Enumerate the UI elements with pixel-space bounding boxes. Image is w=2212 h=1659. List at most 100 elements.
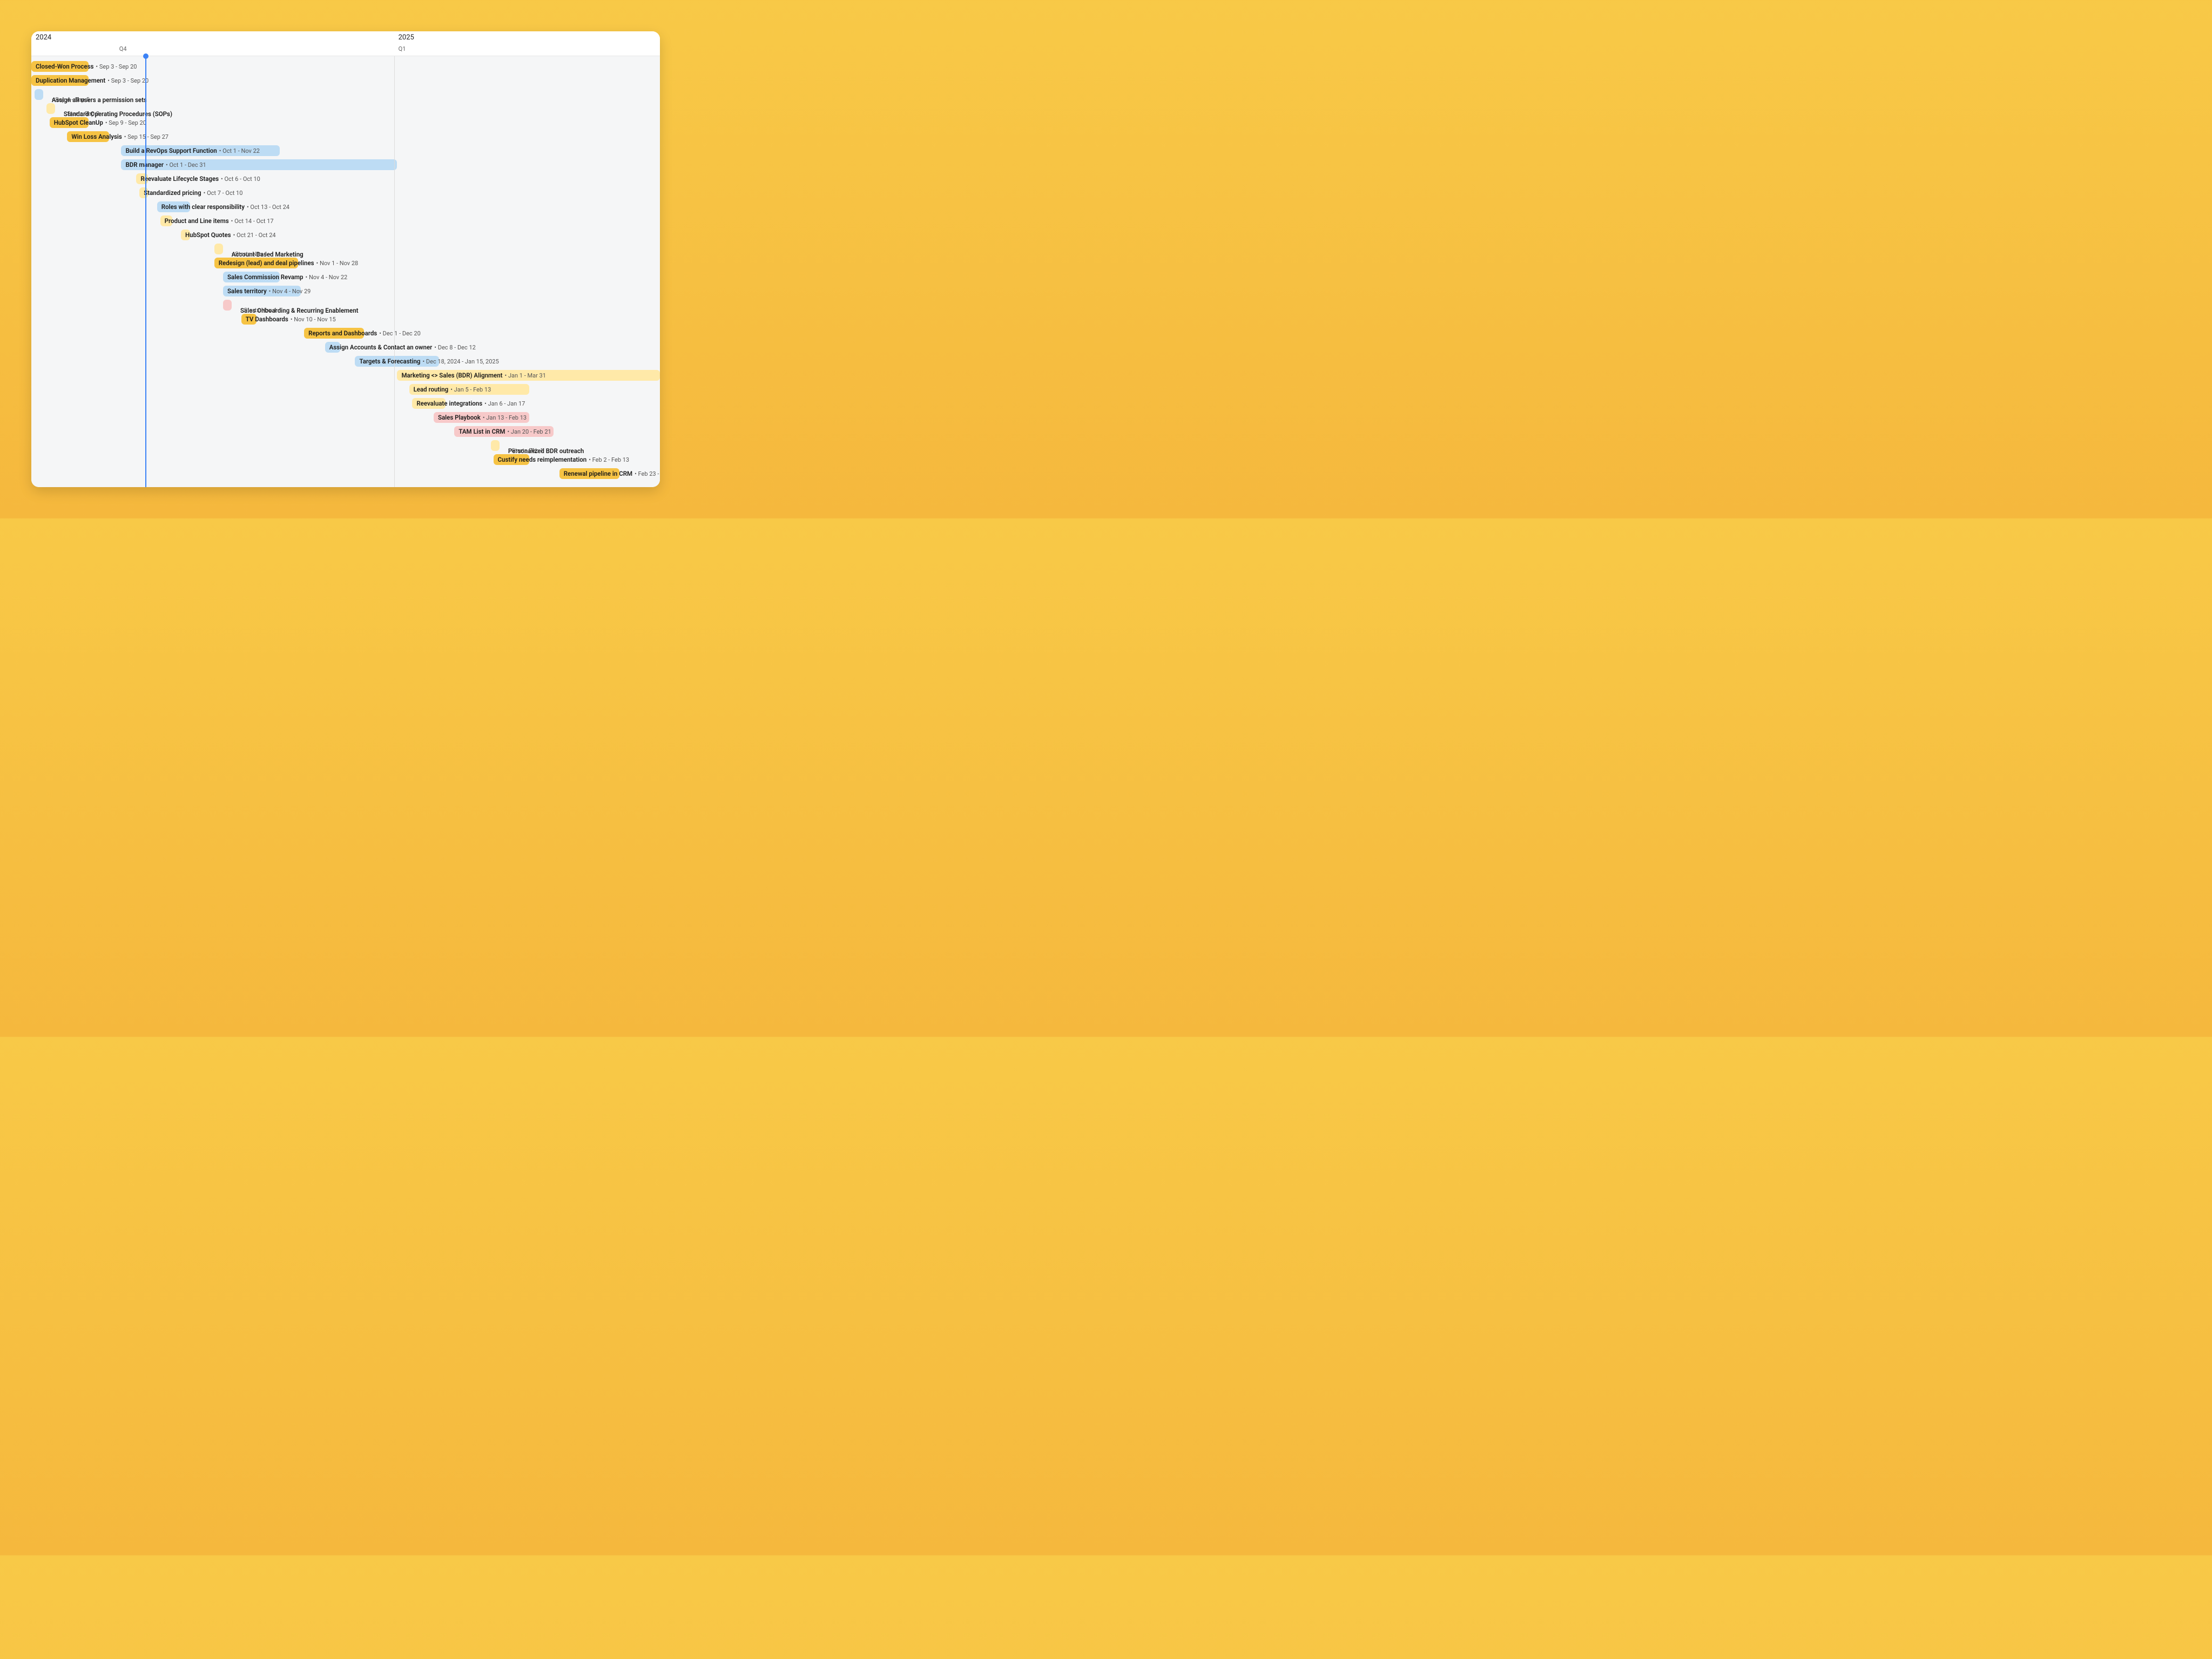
task-dates: • Nov 4 - Nov 29 — [269, 288, 311, 295]
gantt-bar[interactable]: Reports and Dashboards • Dec 1 - Dec 20 — [304, 328, 364, 339]
task-name: Product and Line items — [165, 217, 229, 225]
gridline — [394, 31, 395, 487]
task-name: Targets & Forecasting — [359, 358, 420, 365]
task-dates: • Dec 1 - Dec 20 — [379, 330, 421, 337]
task-name: TAM List in CRM — [458, 428, 505, 435]
gantt-bar[interactable]: Redesign (lead) and deal pipelines • Nov… — [214, 258, 298, 268]
task-name: HubSpot CleanUp — [54, 119, 103, 126]
gantt-row: TV Dashboards • Nov 10 - Nov 15 — [31, 312, 660, 326]
task-dates: • Jan 6 - Jan 17 — [484, 400, 525, 407]
gantt-bar[interactable]: Roles with clear responsibility • Oct 13… — [157, 201, 191, 212]
task-dates: • Oct 14 - Oct 17 — [231, 218, 274, 225]
task-dates: • Nov 10 - Nov 15 — [291, 316, 336, 323]
gantt-bar[interactable]: Sales Playbook • Jan 13 - Feb 13 — [434, 412, 529, 423]
gantt-row: TAM List in CRM • Jan 20 - Feb 21 — [31, 424, 660, 439]
task-dates: • Feb 2 - Feb 13 — [589, 456, 629, 463]
gantt-row: Assign all users a permission sets • Sep… — [31, 87, 660, 102]
task-name: Renewal pipeline in CRM — [564, 470, 632, 477]
gantt-row: Account Based Marketing • Starts Nov 1 — [31, 242, 660, 256]
gantt-row: Marketing <> Sales (BDR) Alignment • Jan… — [31, 368, 660, 382]
task-name: HubSpot Quotes — [185, 231, 231, 239]
gantt-bar[interactable]: Renewal pipeline in CRM • Feb 23 - Mar 1… — [559, 468, 620, 479]
gantt-bar[interactable]: Sales territory • Nov 4 - Nov 29 — [223, 286, 301, 296]
gantt-body[interactable]: Closed-Won Process • Sep 3 - Sep 20 Dupli… — [31, 56, 660, 487]
gantt-bar[interactable]: BDR manager • Oct 1 - Dec 31 — [121, 159, 397, 170]
gantt-bar[interactable]: TAM List in CRM • Jan 20 - Feb 21 — [454, 426, 554, 437]
year-label: 2025 — [399, 33, 414, 42]
task-dates: • Nov 4 - Nov 22 — [306, 274, 348, 281]
gantt-bar[interactable]: Standardized pricing • Oct 7 - Oct 10 — [139, 187, 148, 198]
gantt-bar[interactable]: Sales Onboarding & Recurring Enablement … — [223, 300, 232, 311]
gantt-row: Roles with clear responsibility • Oct 13… — [31, 200, 660, 214]
gantt-row: Reports and Dashboards • Dec 1 - Dec 20 — [31, 326, 660, 340]
task-name: Lead routing — [414, 386, 449, 393]
today-dot — [143, 53, 149, 59]
gantt-bar[interactable]: Assign all users a permission sets • Sep… — [35, 89, 43, 100]
gantt-row: Sales Commission Revamp • Nov 4 - Nov 22 — [31, 270, 660, 284]
task-name: Standardized pricing — [144, 189, 201, 197]
gantt-bar[interactable]: HubSpot Quotes • Oct 21 - Oct 24 — [181, 230, 190, 240]
task-dates: • Sep 15 - Sep 27 — [124, 133, 168, 140]
gantt-bar[interactable]: Marketing <> Sales (BDR) Alignment • Jan… — [397, 370, 660, 381]
gantt-row: Reevaluate Lifecycle Stages • Oct 6 - Oc… — [31, 172, 660, 186]
task-name: Closed-Won Process — [36, 63, 93, 70]
gantt-row: Closed-Won Process • Sep 3 - Sep 20 — [31, 59, 660, 73]
gantt-row: Build a RevOps Support Function • Oct 1 … — [31, 144, 660, 158]
gantt-row: Product and Line items • Oct 14 - Oct 17 — [31, 214, 660, 228]
year-row: 2024 2025 — [31, 33, 660, 44]
gantt-bar[interactable]: Sales Commission Revamp • Nov 4 - Nov 22 — [223, 272, 280, 282]
task-dates: • Jan 5 - Feb 13 — [450, 386, 491, 393]
task-dates: • Nov 1 - Nov 28 — [316, 260, 359, 267]
task-dates: • Dec 18, 2024 - Jan 15, 2025 — [422, 358, 498, 365]
gantt-row: Standardized pricing • Oct 7 - Oct 10 — [31, 186, 660, 200]
gantt-row: Duplication Management • Sep 3 - Sep 20 — [31, 73, 660, 87]
gantt-row: Sales Onboarding & Recurring Enablement … — [31, 298, 660, 312]
gantt-bar[interactable]: Targets & Forecasting • Dec 18, 2024 - J… — [355, 356, 439, 367]
task-name: Reports and Dashboards — [308, 329, 377, 337]
gantt-bar[interactable]: TV Dashboards • Nov 10 - Nov 15 — [241, 314, 257, 325]
task-dates: • Oct 1 - Nov 22 — [219, 147, 260, 154]
task-name: Sales territory — [227, 287, 267, 295]
gantt-row: Reevaluate integrations • Jan 6 - Jan 17 — [31, 396, 660, 410]
gantt-bar[interactable]: Personalized BDR outreach • Starts Feb 1 — [491, 440, 500, 451]
gantt-bar[interactable]: Reevaluate integrations • Jan 6 - Jan 17 — [412, 398, 446, 409]
gantt-bar[interactable]: Closed-Won Process • Sep 3 - Sep 20 — [31, 61, 89, 72]
gantt-bar[interactable]: Duplication Management • Sep 3 - Sep 20 — [31, 75, 89, 86]
gantt-bar[interactable]: Account Based Marketing • Starts Nov 1 — [214, 244, 223, 254]
gantt-row: Custify needs reimplementation • Feb 2 -… — [31, 453, 660, 467]
task-dates: • Sep 3 - Sep 20 — [96, 63, 137, 70]
gantt-row: HubSpot Quotes • Oct 21 - Oct 24 — [31, 228, 660, 242]
quarter-label: Q1 — [399, 45, 406, 52]
gantt-bar[interactable]: HubSpot CleanUp • Sep 9 - Sep 20 — [50, 117, 89, 128]
task-dates: • Jan 13 - Feb 13 — [483, 414, 527, 421]
gantt-row: Lead routing • Jan 5 - Feb 13 — [31, 382, 660, 396]
timeline-card: 20242025 Q4Q1 Closed-Won Process • Sep 3… — [31, 31, 660, 487]
task-dates: • Dec 8 - Dec 12 — [434, 344, 476, 351]
gantt-row: Targets & Forecasting • Dec 18, 2024 - J… — [31, 354, 660, 368]
gantt-bar[interactable]: Assign Accounts & Contact an owner • Dec… — [325, 342, 340, 353]
task-name: Custify needs reimplementation — [498, 456, 587, 463]
gantt-row: Renewal pipeline in CRM • Feb 23 - Mar 1… — [31, 467, 660, 481]
gantt-row: Redesign (lead) and deal pipelines • Nov… — [31, 256, 660, 270]
gantt-row: Win Loss Analysis • Sep 15 - Sep 27 — [31, 130, 660, 144]
task-name: Redesign (lead) and deal pipelines — [219, 259, 314, 267]
year-label: 2024 — [36, 33, 51, 42]
gantt-row: Standard Operating Procedures (SOPs) • S… — [31, 102, 660, 116]
gantt-bar[interactable]: Standard Operating Procedures (SOPs) • S… — [46, 103, 55, 114]
timeline-header: 20242025 Q4Q1 — [31, 31, 660, 56]
gantt-bar[interactable]: Custify needs reimplementation • Feb 2 -… — [494, 454, 529, 465]
gantt-bar[interactable]: Reevaluate Lifecycle Stages • Oct 6 - Oc… — [136, 173, 148, 184]
task-dates: • Oct 7 - Oct 10 — [204, 190, 243, 197]
today-line — [145, 56, 146, 487]
gantt-bar[interactable]: Lead routing • Jan 5 - Feb 13 — [409, 384, 529, 395]
task-name: Roles with clear responsibility — [161, 203, 245, 211]
task-dates: • Feb 23 - Mar 14 — [635, 470, 660, 477]
task-name: Build a RevOps Support Function — [125, 147, 217, 154]
task-name: Reevaluate integrations — [416, 400, 482, 407]
gantt-bar[interactable]: Win Loss Analysis • Sep 15 - Sep 27 — [67, 131, 109, 142]
task-dates: • Sep 9 - Sep 20 — [105, 119, 146, 126]
gantt-bar[interactable]: Product and Line items • Oct 14 - Oct 17 — [160, 215, 172, 226]
gantt-row: Personalized BDR outreach • Starts Feb 1 — [31, 439, 660, 453]
task-name: Reevaluate Lifecycle Stages — [140, 175, 219, 183]
task-dates: • Oct 13 - Oct 24 — [247, 204, 289, 211]
